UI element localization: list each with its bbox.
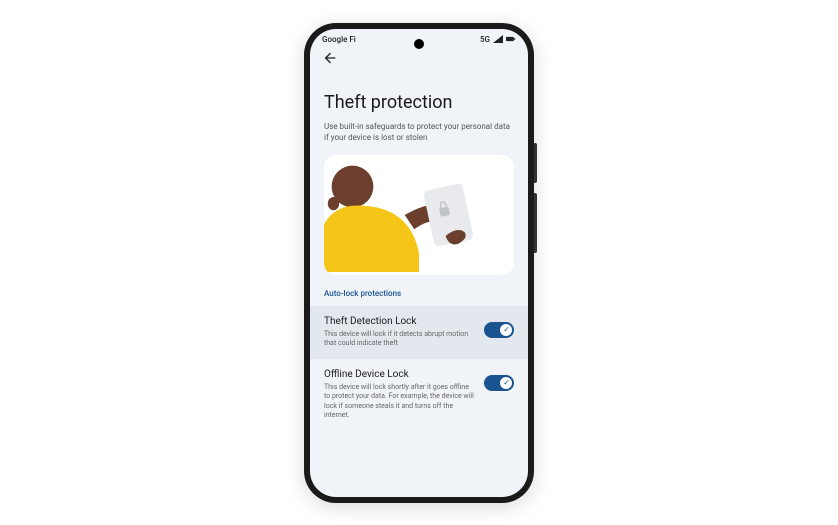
signal-icon xyxy=(493,35,503,43)
check-icon: ✓ xyxy=(503,325,510,335)
phone-frame: Google Fi 5G Theft protection Use built-… xyxy=(304,23,534,503)
battery-icon xyxy=(506,35,516,43)
setting-title: Theft Detection Lock xyxy=(324,316,476,327)
setting-theft-detection-lock[interactable]: Theft Detection Lock This device will lo… xyxy=(310,306,528,359)
page-subtitle: Use built-in safeguards to protect your … xyxy=(324,121,514,143)
check-icon: ✓ xyxy=(503,378,510,388)
section-header: Auto-lock protections xyxy=(324,289,514,298)
setting-description: This device will lock shortly after it g… xyxy=(324,383,476,421)
setting-title: Offline Device Lock xyxy=(324,369,476,380)
network-label: 5G xyxy=(480,35,490,44)
setting-description: This device will lock if it detects abru… xyxy=(324,330,476,349)
setting-offline-device-lock[interactable]: Offline Device Lock This device will loc… xyxy=(324,359,514,431)
content-area: Theft protection Use built-in safeguards… xyxy=(310,78,528,497)
front-camera xyxy=(414,39,424,49)
volume-button xyxy=(534,143,537,183)
page-title: Theft protection xyxy=(324,92,514,113)
carrier-label: Google Fi xyxy=(322,35,356,44)
nav-bar xyxy=(310,46,528,78)
hero-illustration xyxy=(324,155,514,275)
toggle-theft-detection[interactable]: ✓ xyxy=(484,322,514,338)
back-arrow-icon[interactable] xyxy=(322,50,338,66)
phone-screen: Google Fi 5G Theft protection Use built-… xyxy=(310,29,528,497)
power-button xyxy=(534,193,537,253)
toggle-offline-device[interactable]: ✓ xyxy=(484,375,514,391)
